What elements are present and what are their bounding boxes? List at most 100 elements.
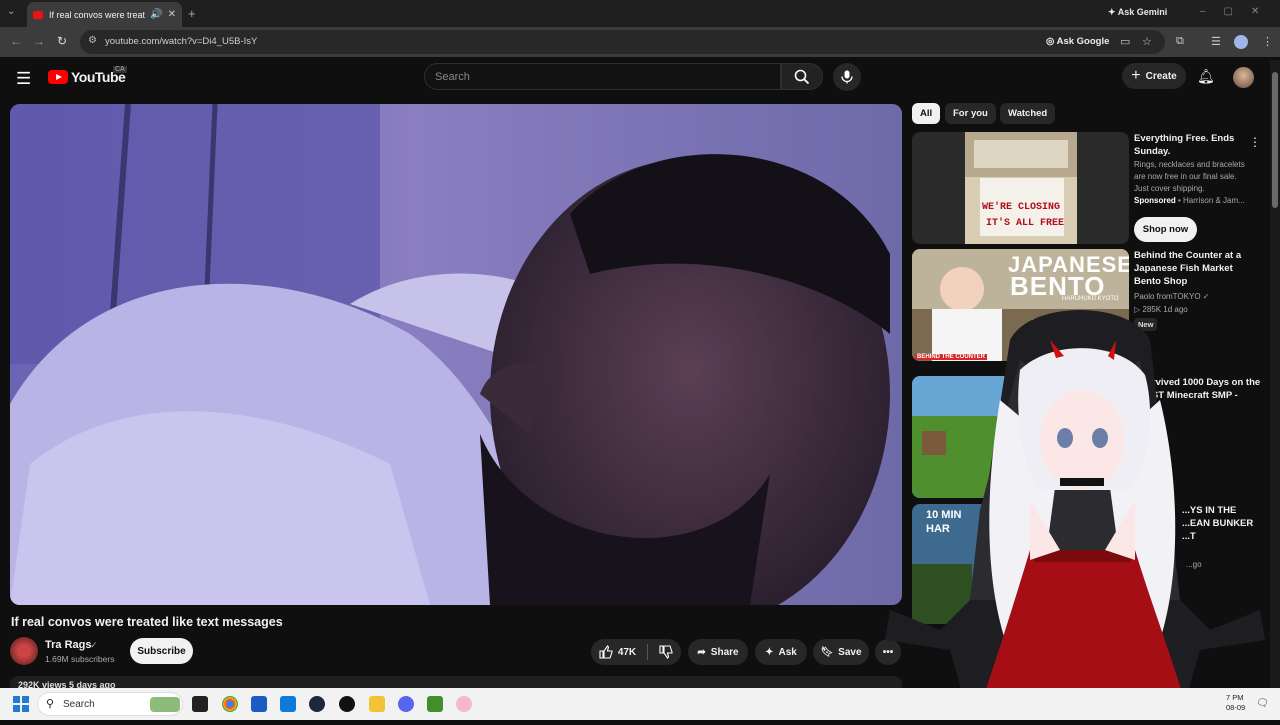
browser-profile-avatar[interactable] xyxy=(1234,35,1248,49)
microphone-icon xyxy=(841,70,853,84)
ask-google-label: Ask Google xyxy=(1056,36,1110,47)
vtube-studio-icon[interactable] xyxy=(456,696,472,712)
search-highlight-image xyxy=(150,697,180,712)
thumbs-down-icon[interactable] xyxy=(659,645,673,659)
video-title: If real convos were treated like text me… xyxy=(11,615,283,629)
file-explorer-icon[interactable] xyxy=(369,696,385,712)
voice-search-button[interactable] xyxy=(833,63,861,91)
advertiser-name: Harrison & Jam... xyxy=(1183,196,1245,205)
back-icon[interactable]: ← xyxy=(10,34,22,48)
ad-thumbnail-text-2: IT'S ALL FREE xyxy=(986,218,1065,229)
chrome-icon[interactable] xyxy=(222,696,238,712)
taskbar-search-input[interactable]: ⚲ Search xyxy=(37,692,183,716)
url-text[interactable]: youtube.com/watch?v=Di4_U5B-IsY xyxy=(105,36,257,47)
share-button[interactable]: ➦ Share xyxy=(688,639,748,665)
word-icon[interactable] xyxy=(251,696,267,712)
new-tab-icon[interactable]: + xyxy=(188,6,196,21)
sparkle-icon: ✦ xyxy=(765,646,774,658)
audio-playing-icon[interactable]: 🔊 xyxy=(150,9,162,20)
create-label: Create xyxy=(1145,70,1177,82)
cast-icon[interactable]: ▭ xyxy=(1120,35,1130,48)
vtuber-avatar-overlay xyxy=(880,300,1270,720)
save-button[interactable]: 🔖︎ Save xyxy=(813,639,869,665)
ask-button[interactable]: ✦ Ask xyxy=(755,639,807,665)
ad-sponsor-line: Sponsored • Harrison & Jam... xyxy=(1134,196,1245,205)
ad-description: Rings, necklaces and bracelets are now f… xyxy=(1134,160,1245,193)
share-icon: ➦ xyxy=(697,646,706,658)
ask-label: Ask xyxy=(778,646,797,658)
taskbar-search-icon: ⚲ xyxy=(46,698,55,710)
create-button[interactable]: + Create xyxy=(1122,63,1186,89)
clock-date: 08-09 xyxy=(1226,703,1246,712)
obs-icon[interactable] xyxy=(339,696,355,712)
ad-title[interactable]: Everything Free. Ends Sunday. xyxy=(1134,132,1259,158)
subscriber-count: 1.69M subscribers xyxy=(45,654,115,664)
steam-icon[interactable] xyxy=(309,696,325,712)
bookmark-star-icon[interactable]: ☆ xyxy=(1142,35,1152,48)
channel-name[interactable]: Tra Rags xyxy=(45,639,91,651)
tab-search-icon[interactable]: ⌄ xyxy=(7,6,15,17)
plus-icon: + xyxy=(1131,67,1141,84)
ask-google-button[interactable]: ◎ Ask Google xyxy=(1046,36,1109,47)
browser-menu-icon[interactable]: ⋮ xyxy=(1262,35,1273,48)
reading-list-icon[interactable]: ☰ xyxy=(1211,35,1221,48)
channel-avatar[interactable] xyxy=(10,637,38,665)
ask-gemini-label: Ask Gemini xyxy=(1117,7,1168,17)
bookmark-icon: 🔖︎ xyxy=(820,646,834,658)
taskbar-search-label: Search xyxy=(63,699,95,710)
youtube-favicon-icon xyxy=(33,10,43,19)
search-button[interactable] xyxy=(781,63,823,90)
hamburger-menu-icon[interactable]: ☰ xyxy=(16,69,31,89)
ad-thumbnail[interactable]: WE'RE CLOSING IT'S ALL FREE xyxy=(912,132,1129,244)
task-view-icon[interactable] xyxy=(192,696,208,712)
like-button[interactable]: 47K xyxy=(599,645,636,659)
chip-all[interactable]: All xyxy=(912,103,941,124)
minecraft-icon[interactable] xyxy=(427,696,443,712)
rec-title-bento[interactable]: Behind the Counter at a Japanese Fish Ma… xyxy=(1134,249,1259,288)
ask-gemini-button[interactable]: ✦ Ask Gemini xyxy=(1108,7,1167,18)
reload-icon[interactable]: ↻ xyxy=(57,34,67,48)
chip-watched[interactable]: Watched xyxy=(1000,103,1056,124)
notification-icon[interactable]: 🗨︎ xyxy=(1256,698,1269,709)
video-frame xyxy=(10,104,902,605)
tab-title: If real convos were treated like text me… xyxy=(49,9,146,20)
share-label: Share xyxy=(710,646,739,658)
sponsored-label: Sponsored xyxy=(1134,196,1176,205)
notifications-bell-icon[interactable]: 🔔︎ xyxy=(1197,68,1215,85)
vtuber-character-image xyxy=(885,310,1265,720)
like-count: 47K xyxy=(617,646,637,658)
windows-start-icon[interactable] xyxy=(13,696,29,712)
shop-now-button[interactable]: Shop now xyxy=(1134,217,1197,242)
chip-for-you[interactable]: For you xyxy=(945,103,996,124)
browser-tab-active[interactable]: If real convos were treated like text me… xyxy=(27,2,182,27)
ad-more-options-icon[interactable]: ⋮ xyxy=(1249,135,1261,149)
subscribe-button[interactable]: Subscribe xyxy=(130,638,193,664)
browser-tab-strip: ⌄ If real convos were treated like text … xyxy=(0,0,1280,27)
discord-icon[interactable] xyxy=(398,696,414,712)
site-info-icon[interactable]: ⚙ xyxy=(88,35,97,46)
save-label: Save xyxy=(838,646,862,658)
like-divider xyxy=(647,644,649,660)
extensions-icon[interactable]: ⧉ xyxy=(1176,35,1184,48)
youtube-play-icon xyxy=(48,70,68,84)
clock-time: 7 PM xyxy=(1226,693,1244,702)
forward-icon[interactable]: → xyxy=(33,34,45,48)
taskbar-clock[interactable]: 7 PM 08-09 xyxy=(1226,693,1245,713)
ad-thumbnail-text-1: WE'RE CLOSING xyxy=(982,202,1061,213)
windows-taskbar: ⚲ Search xyxy=(0,688,1280,720)
browser-toolbar: ← → ↻ ⚙ youtube.com/watch?v=Di4_U5B-IsY … xyxy=(0,27,1280,57)
store-icon[interactable] xyxy=(280,696,296,712)
search-placeholder: Search xyxy=(435,71,470,83)
address-bar[interactable]: ⚙ youtube.com/watch?v=Di4_U5B-IsY ◎ Ask … xyxy=(80,30,1165,54)
account-avatar[interactable] xyxy=(1233,67,1254,88)
thumbs-up-icon xyxy=(599,645,613,659)
search-input[interactable]: Search xyxy=(424,63,781,90)
verified-badge-icon: ✓ xyxy=(90,640,98,650)
window-controls[interactable]: –▢✕ xyxy=(1200,6,1277,17)
search-icon xyxy=(794,69,810,84)
country-badge: CA xyxy=(113,66,127,73)
like-dislike-group: 47K xyxy=(591,639,681,665)
scrollbar-thumb[interactable] xyxy=(1272,72,1278,208)
tab-close-icon[interactable]: ✕ xyxy=(168,9,176,20)
video-player[interactable] xyxy=(10,104,902,605)
